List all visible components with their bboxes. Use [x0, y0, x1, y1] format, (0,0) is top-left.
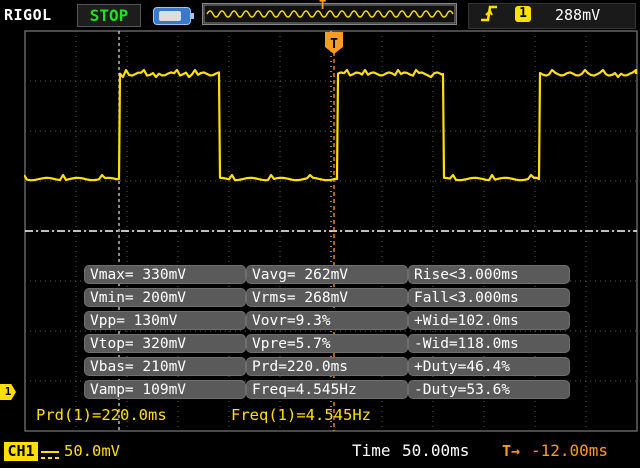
measurement-frequency: Freq=4.545Hz [246, 380, 408, 399]
measurement-period: Prd=220.0ms [246, 357, 408, 376]
timebase-value[interactable]: 50.00ms [402, 441, 469, 461]
measurement-neg-width: -Wid=118.0ms [408, 334, 570, 353]
measurement-row: Vpp= 130mV Vovr=9.3% +Wid=102.0ms [84, 311, 570, 331]
quick-frequency-reading: Freq(1)=4.545Hz [231, 406, 371, 424]
measurement-row: Vmax= 330mV Vavg= 262mV Rise<3.000ms [84, 265, 570, 285]
quick-period-reading: Prd(1)=220.0ms [36, 406, 167, 424]
measurement-pos-width: +Wid=102.0ms [408, 311, 570, 330]
measurement-vamp: Vamp= 109mV [84, 380, 246, 399]
trigger-time-marker: T [325, 32, 343, 54]
measurement-vmin: Vmin= 200mV [84, 288, 246, 307]
run-stop-status[interactable]: STOP [77, 4, 141, 27]
measurement-vovr: Vovr=9.3% [246, 311, 408, 330]
measurement-vbase: Vbas= 210mV [84, 357, 246, 376]
measurement-vtop: Vtop= 320mV [84, 334, 246, 353]
measurement-vmax: Vmax= 330mV [84, 265, 246, 284]
measurement-row: Vamp= 109mV Freq=4.545Hz -Duty=53.6% [84, 380, 570, 400]
ch1-vertical-scale[interactable]: 50.0mV [64, 442, 120, 461]
trigger-marker-label: T [330, 37, 338, 52]
measurement-neg-duty: -Duty=53.6% [408, 380, 570, 399]
measurement-fall: Fall<3.000ms [408, 288, 570, 307]
battery-icon [153, 7, 194, 25]
measurement-row: Vmin= 200mV Vrms= 268mV Fall<3.000ms [84, 288, 570, 308]
trigger-level: 288mV [555, 6, 601, 24]
trigger-source-badge: 1 [515, 6, 531, 22]
measurement-vpp: Vpp= 130mV [84, 311, 246, 330]
measurement-vpre: Vpre=5.7% [246, 334, 408, 353]
measurement-pos-duty: +Duty=46.4% [408, 357, 570, 376]
ch1-badge[interactable]: CH1 [4, 442, 38, 461]
memory-depth-bar [202, 3, 457, 25]
measurement-table: Vmax= 330mV Vavg= 262mV Rise<3.000ms Vmi… [84, 265, 570, 403]
trigger-position-marker: T [319, 0, 327, 12]
rising-edge-icon [478, 3, 500, 30]
trigger-offset-icon: T→ [502, 442, 521, 460]
measurement-row: Vtop= 320mV Vpre=5.7% -Wid=118.0ms [84, 334, 570, 354]
measurement-vrms: Vrms= 268mV [246, 288, 408, 307]
trigger-offset-value[interactable]: -12.00ms [531, 441, 608, 461]
ch1-ground-marker[interactable]: 1 [0, 384, 16, 400]
memory-waveform-icon [203, 4, 456, 24]
brand-logo: RIGOL [4, 6, 52, 24]
measurement-row: Vbas= 210mV Prd=220.0ms +Duty=46.4% [84, 357, 570, 377]
timebase-label: Time [352, 441, 391, 460]
ch1-trace [24, 68, 638, 182]
dc-coupling-icon [40, 446, 60, 459]
measurement-vavg: Vavg= 262mV [246, 265, 408, 284]
measurement-rise: Rise<3.000ms [408, 265, 570, 284]
